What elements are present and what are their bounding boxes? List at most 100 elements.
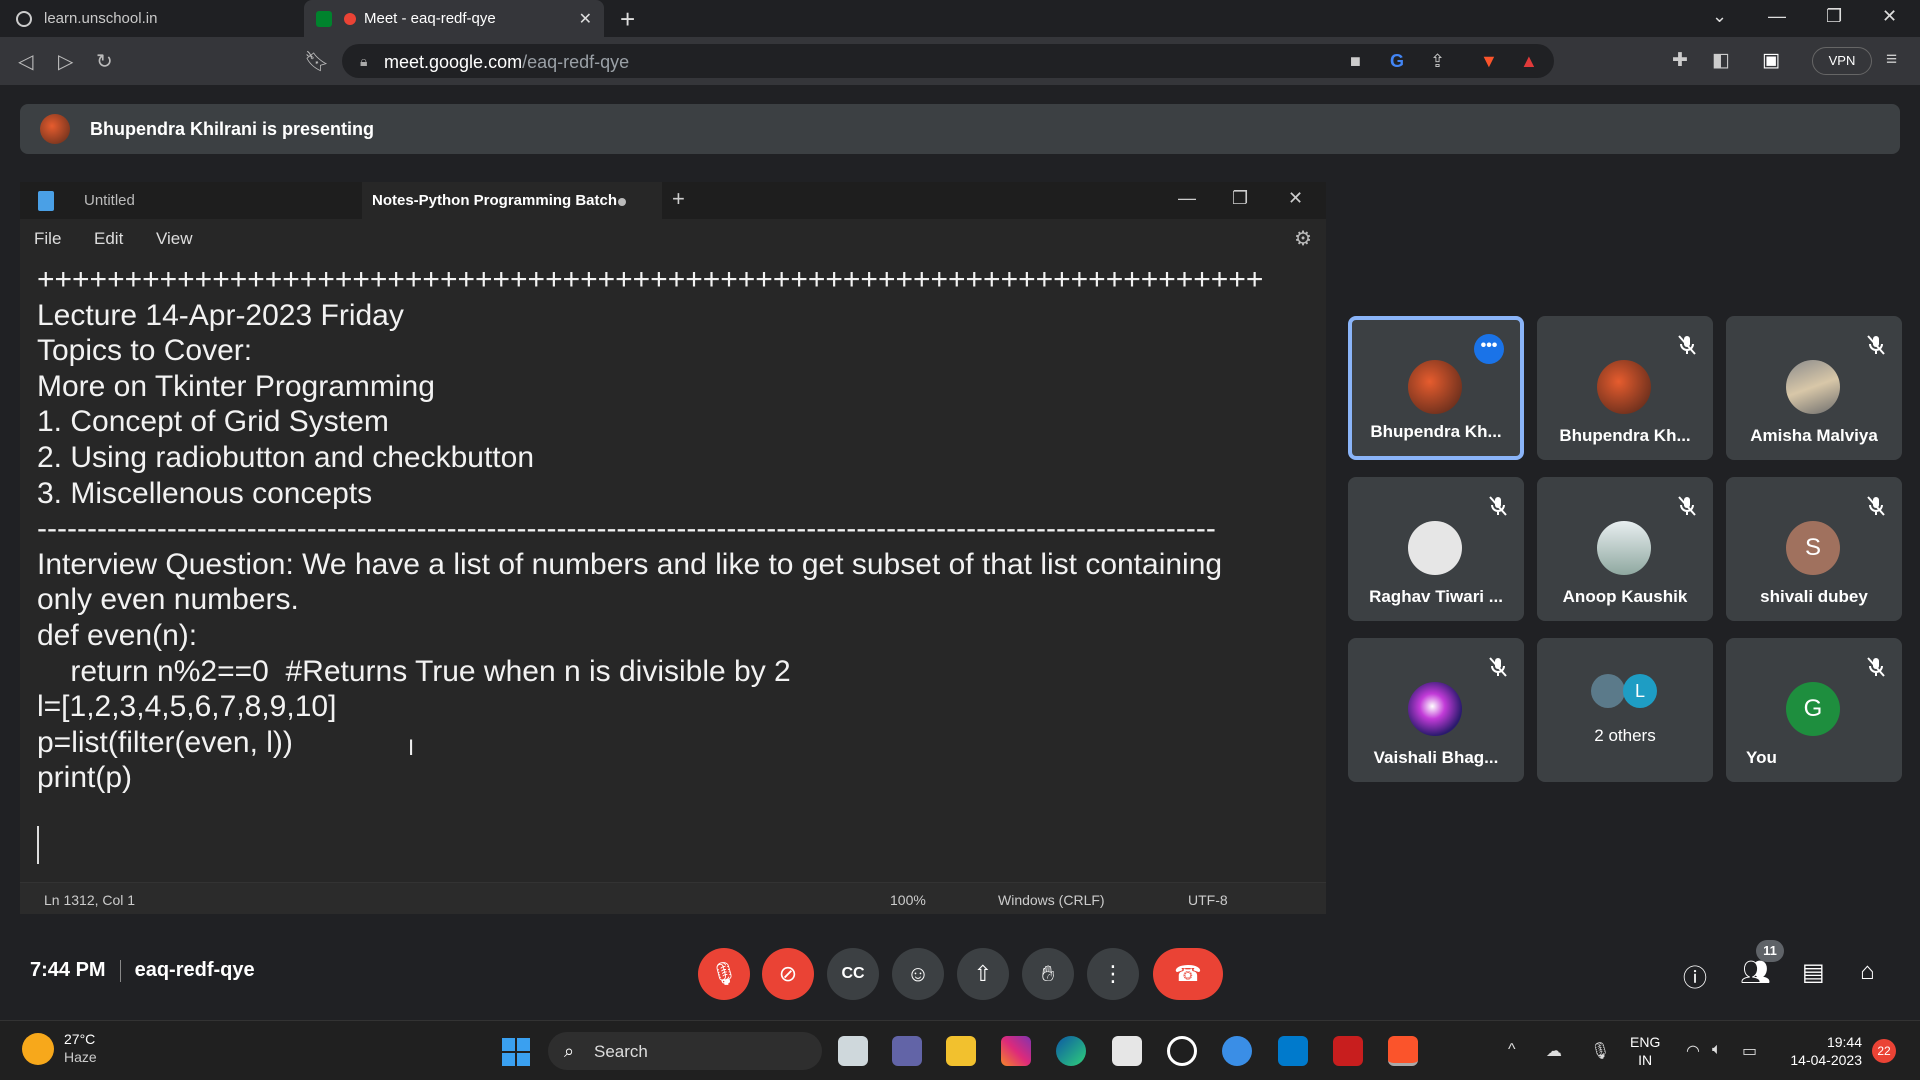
forward-button[interactable]: ▷ bbox=[58, 49, 73, 74]
wifi-icon[interactable]: ◠ bbox=[1686, 1041, 1700, 1061]
file-explorer-icon[interactable] bbox=[946, 1036, 976, 1066]
close-tab-icon[interactable]: ✕ bbox=[579, 9, 592, 29]
activities-icon[interactable]: ⌂ bbox=[1860, 958, 1875, 986]
mcafee-icon[interactable] bbox=[1333, 1036, 1363, 1066]
wallet-icon[interactable]: ▣ bbox=[1762, 49, 1780, 72]
notepad-line: More on Tkinter Programming bbox=[37, 369, 435, 403]
language-indicator[interactable]: ENG IN bbox=[1630, 1033, 1660, 1069]
microsoft-store-icon[interactable] bbox=[1112, 1036, 1142, 1066]
menu-icon[interactable]: ≡ bbox=[1886, 49, 1897, 71]
reload-button[interactable]: ↻ bbox=[96, 49, 113, 74]
captions-button[interactable]: CC bbox=[827, 948, 879, 1000]
participant-tile-others[interactable]: L 2 others bbox=[1537, 638, 1713, 782]
notepad-tab-active[interactable]: Notes-Python Programming Batch bbox=[362, 182, 662, 219]
temperature: 27°C bbox=[64, 1031, 96, 1047]
participant-tile[interactable]: Anoop Kaushik bbox=[1537, 477, 1713, 621]
presenting-text: Bhupendra Khilrani is presenting bbox=[90, 119, 375, 139]
participant-tile[interactable]: ••• Bhupendra Kh... bbox=[1348, 316, 1524, 460]
share-icon[interactable]: ⇪ bbox=[1430, 51, 1445, 72]
tab-learn-unschool[interactable]: learn.unschool.in bbox=[0, 0, 300, 37]
notepad-line: only even numbers. bbox=[37, 583, 299, 617]
camera-in-use-icon[interactable]: ■ bbox=[1350, 51, 1361, 72]
weather-condition: Haze bbox=[64, 1049, 97, 1065]
restore-button[interactable]: ❐ bbox=[1826, 6, 1842, 27]
participant-tile[interactable]: S shivali dubey bbox=[1726, 477, 1902, 621]
back-button[interactable]: ◁ bbox=[18, 49, 33, 74]
onedrive-icon[interactable]: ☁ bbox=[1546, 1041, 1562, 1061]
minimize-button[interactable]: — bbox=[1768, 6, 1786, 27]
brave-shields-icon[interactable]: ▼ bbox=[1480, 51, 1498, 72]
chat-icon[interactable]: ▤ bbox=[1802, 958, 1825, 987]
mic-toggle-button[interactable]: 🎙︎ bbox=[698, 948, 750, 1000]
browser-toolbar: ◁ ▷ ↻ 🔖︎ 🔒︎ meet.google.com/eaq-redf-qye… bbox=[0, 37, 1920, 85]
participant-tile[interactable]: Vaishali Bhag... bbox=[1348, 638, 1524, 782]
show-hidden-icons[interactable]: ^ bbox=[1508, 1041, 1516, 1059]
participant-avatar bbox=[1597, 521, 1651, 575]
microphone-icon[interactable]: 🎙︎ bbox=[1590, 1041, 1610, 1061]
sidebar-icon[interactable]: ◧ bbox=[1712, 49, 1730, 72]
tips-icon[interactable] bbox=[1222, 1036, 1252, 1066]
url-domain: meet.google.com bbox=[384, 52, 523, 72]
address-bar[interactable]: 🔒︎ meet.google.com/eaq-redf-qye ■ G ⇪ ▼ … bbox=[342, 44, 1554, 78]
participant-tile-self[interactable]: G You bbox=[1726, 638, 1902, 782]
present-button[interactable]: ⇧ bbox=[957, 948, 1009, 1000]
edge-icon[interactable] bbox=[1056, 1036, 1086, 1066]
notepad-line: Topics to Cover: bbox=[37, 334, 253, 368]
volume-icon[interactable]: 🔈︎ bbox=[1712, 1041, 1722, 1059]
notification-badge[interactable]: 22 bbox=[1872, 1039, 1896, 1063]
participant-tile[interactable]: Amisha Malviya bbox=[1726, 316, 1902, 460]
google-translate-icon[interactable]: G bbox=[1390, 51, 1404, 72]
task-view-icon[interactable] bbox=[838, 1036, 868, 1066]
notepad-text-area[interactable]: ++++++++++++++++++++++++++++++++++++++++… bbox=[37, 262, 1317, 796]
mic-off-icon: 🎙︎ bbox=[710, 961, 738, 986]
tab-search-icon[interactable]: ⌄ bbox=[1712, 6, 1727, 27]
taskbar-search[interactable]: ⌕ Search bbox=[548, 1032, 822, 1070]
menu-edit[interactable]: Edit bbox=[94, 229, 123, 249]
participant-tile[interactable]: Raghav Tiwari ... bbox=[1348, 477, 1524, 621]
participant-avatar bbox=[1597, 360, 1651, 414]
lock-icon[interactable]: 🔒︎ bbox=[360, 53, 367, 70]
menu-view[interactable]: View bbox=[156, 229, 193, 249]
mic-off-icon bbox=[1867, 657, 1885, 677]
notepad-line: ++++++++++++++++++++++++++++++++++++++++… bbox=[37, 263, 1264, 296]
tab-google-meet[interactable]: Meet - eaq-redf-qye ✕ bbox=[304, 0, 604, 37]
participant-tile[interactable]: Bhupendra Kh... bbox=[1537, 316, 1713, 460]
camera-toggle-button[interactable]: ⊘ bbox=[762, 948, 814, 1000]
notepad-close-button[interactable]: ✕ bbox=[1288, 188, 1303, 209]
notepad-menubar: File Edit View bbox=[20, 219, 1326, 257]
meeting-details-icon[interactable]: ⓘ bbox=[1683, 958, 1707, 993]
start-button[interactable] bbox=[502, 1038, 530, 1066]
brave-browser-icon[interactable] bbox=[1388, 1036, 1418, 1066]
raise-hand-button[interactable]: ✋︎ bbox=[1022, 948, 1074, 1000]
more-options-button[interactable]: ⋮ bbox=[1087, 948, 1139, 1000]
system-clock[interactable]: 19:44 14-04-2023 bbox=[1780, 1033, 1862, 1069]
people-icon[interactable]: 👥︎ bbox=[1740, 958, 1770, 987]
participant-avatar bbox=[1408, 682, 1462, 736]
notepad-maximize-button[interactable]: ❐ bbox=[1232, 188, 1248, 209]
battery-icon[interactable]: ▭ bbox=[1742, 1041, 1757, 1061]
recording-icon bbox=[344, 12, 356, 25]
notepad-line: 1. Concept of Grid System bbox=[37, 405, 389, 439]
settings-gear-icon[interactable]: ⚙ bbox=[1294, 226, 1312, 251]
close-window-button[interactable]: ✕ bbox=[1882, 6, 1897, 27]
menu-file[interactable]: File bbox=[34, 229, 61, 249]
notepad-new-tab-button[interactable]: + bbox=[672, 186, 685, 212]
more-options-icon[interactable]: ••• bbox=[1474, 334, 1504, 364]
vscode-icon[interactable] bbox=[1278, 1036, 1308, 1066]
vpn-button[interactable]: VPN bbox=[1812, 47, 1872, 75]
github-icon[interactable] bbox=[1167, 1036, 1197, 1066]
new-tab-button[interactable]: + bbox=[620, 4, 635, 35]
reactions-button[interactable]: ☺ bbox=[892, 948, 944, 1000]
teams-chat-icon[interactable] bbox=[892, 1036, 922, 1066]
participant-avatar: S bbox=[1786, 521, 1840, 575]
notepad-minimize-button[interactable]: — bbox=[1178, 188, 1196, 209]
brave-rewards-icon[interactable]: ▲ bbox=[1520, 51, 1538, 72]
tab-label: Untitled bbox=[84, 192, 135, 209]
instagram-icon[interactable] bbox=[1001, 1036, 1031, 1066]
bookmark-icon[interactable]: 🔖︎ bbox=[304, 49, 329, 74]
mic-off-icon bbox=[1678, 335, 1696, 355]
leave-call-button[interactable]: ☎ bbox=[1153, 948, 1223, 1000]
notepad-tab-untitled[interactable]: Untitled bbox=[84, 182, 135, 219]
extensions-icon[interactable]: ✚ bbox=[1672, 49, 1688, 72]
notepad-line: 2. Using radiobutton and checkbutton bbox=[37, 440, 535, 474]
